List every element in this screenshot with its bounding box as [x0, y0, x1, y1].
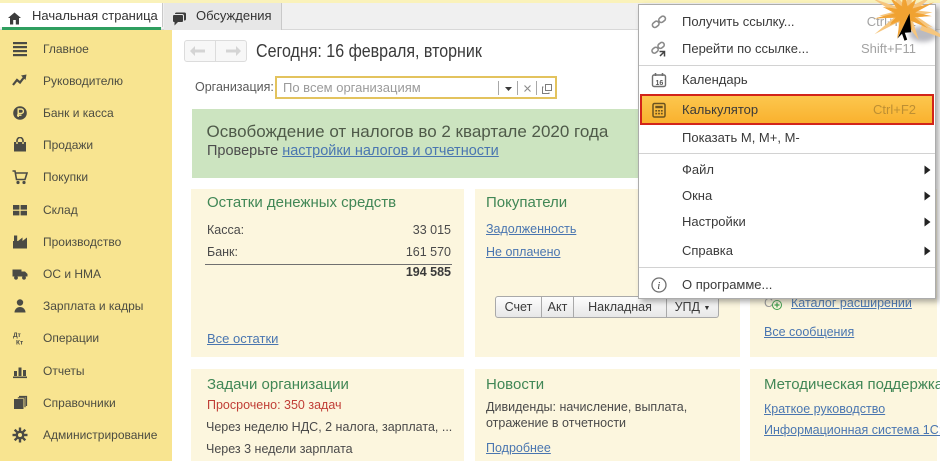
svg-text:Кт: Кт: [16, 340, 23, 347]
svg-text:Дт: Дт: [13, 332, 21, 339]
svg-text:i: i: [657, 280, 660, 292]
svg-text:16: 16: [656, 80, 664, 87]
